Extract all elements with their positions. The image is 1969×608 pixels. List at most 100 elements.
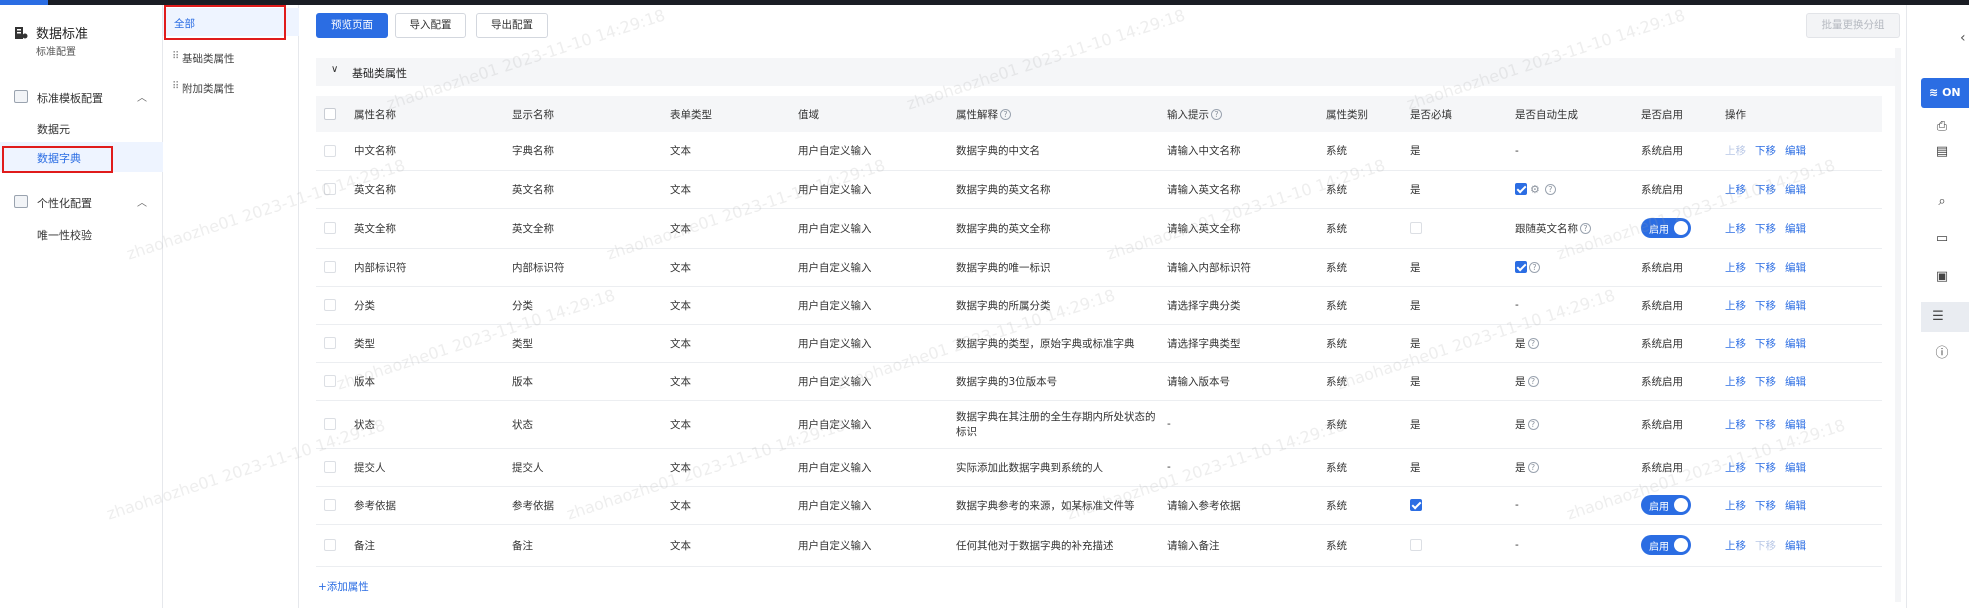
required-checkbox[interactable]	[1410, 539, 1422, 551]
scrollbar[interactable]	[1895, 48, 1901, 602]
column-header: 值域	[790, 96, 948, 132]
move-down-link[interactable]: 下移	[1755, 540, 1776, 552]
help-icon[interactable]: ?	[1527, 462, 1539, 473]
move-down-link[interactable]: 下移	[1755, 184, 1776, 196]
help-icon[interactable]: ?	[1527, 419, 1539, 430]
edit-link[interactable]: 编辑	[1785, 419, 1806, 431]
row-checkbox[interactable]	[324, 375, 336, 387]
import-config-button[interactable]: 导入配置	[395, 13, 466, 38]
cell-hint: 请输入中文名称	[1159, 132, 1318, 171]
select-all-checkbox[interactable]	[324, 108, 336, 120]
row-checkbox[interactable]	[324, 499, 336, 511]
nav-group-template-config[interactable]: 标准模板配置 ︿	[0, 83, 163, 111]
row-checkbox[interactable]	[324, 183, 336, 195]
help-icon[interactable]: ?	[1529, 261, 1540, 273]
cell-actions: 上移 下移 编辑	[1717, 286, 1882, 325]
move-down-link[interactable]: 下移	[1755, 376, 1776, 388]
cell-select	[316, 400, 346, 449]
edit-link[interactable]: 编辑	[1785, 500, 1806, 512]
row-checkbox[interactable]	[324, 222, 336, 234]
move-down-link[interactable]: 下移	[1755, 338, 1776, 350]
chevron-left-icon[interactable]: ‹	[1960, 30, 1966, 46]
row-checkbox[interactable]	[324, 418, 336, 430]
preview-page-button[interactable]: 预览页面	[316, 13, 388, 38]
edit-link[interactable]: 编辑	[1785, 184, 1806, 196]
row-checkbox[interactable]	[324, 299, 336, 311]
cell-kind: 系统	[1318, 286, 1402, 325]
export-config-button[interactable]: 导出配置	[476, 13, 548, 38]
move-up-link[interactable]: 上移	[1725, 376, 1746, 388]
edit-link[interactable]: 编辑	[1785, 462, 1806, 474]
move-up-link[interactable]: 上移	[1725, 223, 1746, 235]
cell-required: 是	[1402, 170, 1507, 209]
move-up-link[interactable]: 上移	[1725, 184, 1746, 196]
move-down-link[interactable]: 下移	[1755, 462, 1776, 474]
required-checkbox[interactable]	[1410, 222, 1422, 234]
move-up-link[interactable]: 上移	[1725, 500, 1746, 512]
table-row: 英文全称 英文全称 文本 用户自定义输入 数据字典的英文全称 请输入英文全称 系统 跟随英文名…	[316, 208, 1882, 249]
row-checkbox[interactable]	[324, 144, 336, 157]
row-checkbox[interactable]	[324, 461, 336, 473]
edit-link[interactable]: 编辑	[1785, 145, 1806, 157]
add-attribute-link[interactable]: +添加属性	[318, 579, 369, 594]
help-icon[interactable]: ?	[1544, 183, 1556, 195]
move-down-link[interactable]: 下移	[1755, 500, 1776, 512]
move-down-link[interactable]: 下移	[1755, 419, 1776, 431]
help-icon[interactable]: ?	[1000, 109, 1011, 120]
auto-checkbox[interactable]	[1515, 261, 1527, 273]
move-up-link[interactable]: 上移	[1725, 540, 1746, 552]
category-basic[interactable]: ⠿ 基础类属性	[163, 43, 299, 71]
edit-link[interactable]: 编辑	[1785, 223, 1806, 235]
on-tab[interactable]: ≋ ON	[1921, 78, 1969, 108]
edit-link[interactable]: 编辑	[1785, 300, 1806, 312]
align-icon[interactable]: ☰	[1921, 302, 1969, 332]
move-down-link[interactable]: 下移	[1755, 262, 1776, 274]
row-checkbox[interactable]	[324, 337, 336, 349]
required-checkbox[interactable]	[1410, 499, 1422, 511]
sidebar-item-uniqueness-check[interactable]: 唯一性校验	[0, 219, 163, 249]
move-down-link[interactable]: 下移	[1755, 223, 1776, 235]
move-up-link[interactable]: 上移	[1725, 462, 1746, 474]
enable-toggle[interactable]: 启用	[1641, 495, 1691, 515]
edit-link[interactable]: 编辑	[1785, 262, 1806, 274]
comment-icon[interactable]: ▭	[1933, 230, 1951, 248]
sidebar-item-data-element[interactable]: 数据元	[0, 113, 163, 143]
category-additional[interactable]: ⠿ 附加类属性	[163, 73, 299, 101]
move-down-link[interactable]: 下移	[1755, 300, 1776, 312]
info-icon[interactable]: ⓘ	[1933, 345, 1951, 363]
cell-form: 文本	[662, 248, 790, 287]
help-icon[interactable]: ?	[1527, 338, 1539, 349]
section-header[interactable]: ∨ 基础类属性	[316, 58, 1896, 86]
column-header: 显示名称	[504, 96, 662, 132]
row-checkbox[interactable]	[324, 539, 336, 551]
edit-link[interactable]: 编辑	[1785, 338, 1806, 350]
move-up-link[interactable]: 上移	[1725, 338, 1746, 350]
move-up-link[interactable]: 上移	[1725, 419, 1746, 431]
edit-link[interactable]: 编辑	[1785, 376, 1806, 388]
edit-link[interactable]: 编辑	[1785, 540, 1806, 552]
document-search-icon[interactable]: ▤	[1933, 143, 1951, 161]
gear-icon[interactable]: ⚙	[1530, 183, 1540, 196]
cell-required: 是	[1402, 448, 1507, 487]
drag-handle-icon[interactable]: ⠿	[172, 51, 179, 62]
printer-icon[interactable]: ⎙	[1933, 118, 1951, 136]
move-down-link[interactable]: 下移	[1755, 145, 1776, 157]
search-icon[interactable]: ⌕	[1933, 193, 1951, 211]
auto-checkbox[interactable]	[1515, 183, 1527, 195]
chat-icon[interactable]: ▣	[1933, 268, 1951, 286]
help-icon[interactable]: ?	[1580, 223, 1591, 234]
help-icon[interactable]: ?	[1527, 376, 1539, 387]
row-checkbox[interactable]	[324, 261, 336, 273]
enable-toggle[interactable]: 启用	[1641, 535, 1691, 555]
move-up-link[interactable]: 上移	[1725, 300, 1746, 312]
help-icon[interactable]: ?	[1211, 109, 1222, 120]
batch-change-group-button[interactable]: 批量更换分组	[1806, 13, 1900, 38]
category-label: 附加类属性	[182, 83, 235, 95]
nav-group-personalization[interactable]: 个性化配置 ︿	[0, 188, 163, 216]
cell-name: 状态	[346, 400, 504, 449]
move-up-link[interactable]: 上移	[1725, 262, 1746, 274]
cell-kind: 系统	[1318, 324, 1402, 363]
move-up-link[interactable]: 上移	[1725, 145, 1746, 157]
drag-handle-icon[interactable]: ⠿	[172, 81, 179, 92]
enable-toggle[interactable]: 启用	[1641, 218, 1691, 238]
